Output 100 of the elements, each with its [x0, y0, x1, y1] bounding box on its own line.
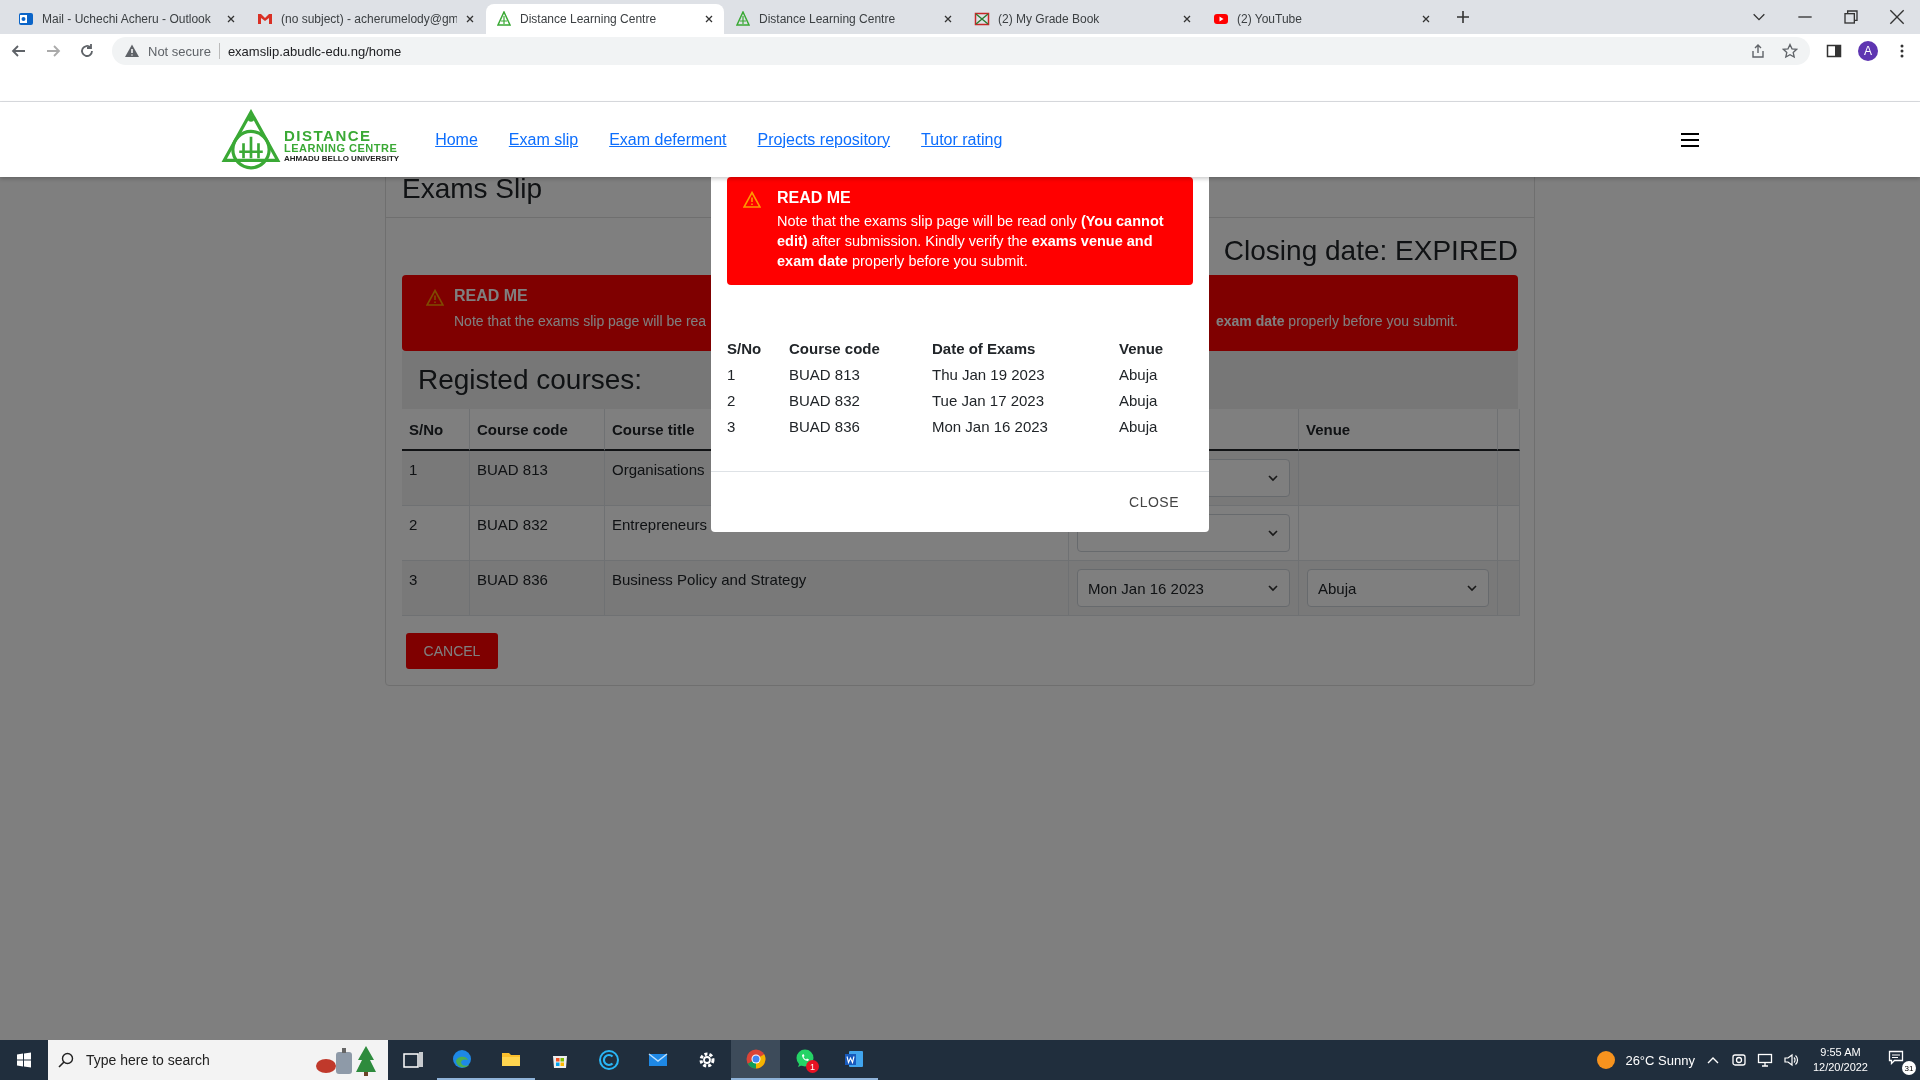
luggage-drawing [314, 1044, 378, 1076]
table-cell-text: 2 [727, 390, 737, 411]
table-cell-text: Abuja [1119, 416, 1159, 437]
emblem-icon [496, 11, 512, 27]
close-icon[interactable] [943, 14, 953, 24]
restore-icon[interactable] [1843, 9, 1859, 25]
table-cell-text: BUAD 813 [789, 364, 861, 385]
table-cell-text: 1 [727, 364, 737, 385]
column-header: Venue [1119, 338, 1165, 359]
speaker-icon[interactable] [1782, 1052, 1799, 1068]
close-icon[interactable] [704, 14, 714, 24]
close-button[interactable]: CLOSE [1121, 488, 1187, 516]
close-icon[interactable] [1421, 14, 1431, 24]
browser-tab[interactable]: Distance Learning Centre [725, 4, 963, 34]
column-header: Course code [789, 338, 881, 359]
plus-icon[interactable] [1456, 10, 1470, 24]
search-field[interactable]: Type here to search [48, 1040, 388, 1080]
table-cell-text: Tue Jan 17 2023 [932, 390, 1046, 411]
share-icon[interactable] [1750, 43, 1766, 59]
close-icon[interactable] [465, 14, 475, 24]
chevron-down-icon [1267, 527, 1279, 539]
browser-tab[interactable]: Mail - Uchechi Acheru - Outlook [8, 4, 246, 34]
grid-icon [974, 11, 990, 27]
warning-icon [124, 43, 140, 59]
tab-title: (no subject) - acherumelody@gm [281, 12, 457, 26]
column-header: S/No [727, 338, 763, 359]
browser-tab[interactable]: (2) My Grade Book [964, 4, 1202, 34]
page-title: Exams Slip [402, 177, 543, 205]
table-cell-text: Thu Jan 19 2023 [932, 364, 1046, 385]
menu-icon[interactable] [1680, 131, 1700, 148]
windows-icon[interactable] [16, 1052, 32, 1068]
network-icon[interactable] [1756, 1052, 1773, 1068]
table-cell: 3 [402, 561, 470, 616]
table-cell-text: Abuja [1119, 390, 1159, 411]
table-cell-text: Mon Jan 16 2023 [932, 416, 1049, 437]
table-cell: Business Policy and Strategy [605, 561, 1069, 616]
taskbar-button[interactable]: 1 [780, 1040, 829, 1080]
side-panel-icon[interactable] [1826, 43, 1842, 59]
warning-icon [743, 191, 761, 209]
tab-title: Distance Learning Centre [759, 12, 897, 26]
chevron-down-icon [1267, 582, 1279, 594]
alert-text: exam date properly before you submit. [1216, 313, 1458, 329]
dropdown[interactable]: Mon Jan 16 2023 [1077, 569, 1290, 607]
url-text: examslip.abudlc-edu.ng/home [227, 43, 402, 59]
close-icon[interactable] [226, 14, 236, 24]
search-icon [58, 1052, 74, 1068]
browser-tab[interactable]: Distance Learning Centre [486, 4, 724, 34]
tab-title: (2) My Grade Book [998, 12, 1101, 26]
section-title: Registed courses: [418, 364, 643, 396]
chevron-down-icon [1267, 472, 1279, 484]
logo-text: DISTANCE [284, 127, 373, 144]
clock-date[interactable]: 12/20/2022 [1812, 1060, 1868, 1075]
browser-tab[interactable]: (2) YouTube [1203, 4, 1441, 34]
tab-title: Distance Learning Centre [520, 12, 658, 26]
close-icon[interactable] [1889, 9, 1905, 25]
address-bar[interactable]: Not secure examslip.abudlc-edu.ng/home [112, 37, 1810, 65]
nav-link[interactable]: Exam slip [508, 130, 579, 149]
nav-link[interactable]: Home [435, 130, 478, 149]
table-cell-text: 3 [727, 416, 737, 437]
mail-icon [257, 11, 273, 27]
reload-icon[interactable] [78, 42, 96, 60]
dropdown[interactable]: Abuja [1307, 569, 1489, 607]
close-icon[interactable] [1182, 14, 1192, 24]
star-icon[interactable] [1782, 43, 1798, 59]
chat-bubble-icon[interactable] [1888, 1049, 1904, 1065]
table-cell: BUAD 836 [470, 561, 605, 616]
circle-c-icon [597, 1049, 620, 1071]
alert-heading: READ ME [777, 189, 852, 207]
nav-link[interactable]: Exam deferment [609, 130, 727, 149]
logo-text: LEARNING CENTRE [284, 143, 399, 155]
tab-title: (2) YouTube [1237, 12, 1303, 26]
tab-title: Mail - Uchechi Acheru - Outlook [42, 12, 212, 26]
task-view-icon [401, 1049, 424, 1071]
emblem-icon[interactable] [220, 108, 282, 171]
alert-text: Note that the exams slip page will be rea [454, 313, 707, 329]
security-label: Not secure [148, 43, 211, 59]
table-cell-text: Abuja [1119, 364, 1159, 385]
camera-icon[interactable] [1730, 1052, 1747, 1068]
alert-heading: READ ME [454, 287, 529, 305]
word-icon [842, 1048, 865, 1070]
table-cell [1498, 451, 1520, 506]
sun-icon[interactable] [1595, 1049, 1618, 1071]
weather-text[interactable]: 26°C Sunny [1625, 1052, 1695, 1068]
warning-icon [426, 289, 444, 307]
chevron-down-icon [1466, 582, 1478, 594]
edge-icon [450, 1048, 473, 1070]
profile-avatar[interactable]: A [1858, 41, 1878, 61]
closing-date: Closing date: EXPIRED [1223, 234, 1518, 268]
table-cell-text: BUAD 832 [789, 390, 861, 411]
emblem-icon [735, 11, 751, 27]
table-cell: 1 [402, 451, 470, 506]
browser-tab[interactable]: (no subject) - acherumelody@gm [247, 4, 485, 34]
play-icon [1213, 11, 1229, 27]
clock-time[interactable]: 9:55 AM [1820, 1045, 1861, 1060]
column-header: Date of Exams [932, 338, 1037, 359]
nav-link[interactable]: Tutor rating [921, 130, 1003, 149]
notification-count: 31 [1902, 1061, 1916, 1075]
nav-link[interactable]: Projects repository [757, 130, 891, 149]
notification-badge: 1 [806, 1060, 819, 1073]
logo-text: AHMADU BELLO UNIVERSITY [284, 154, 400, 164]
